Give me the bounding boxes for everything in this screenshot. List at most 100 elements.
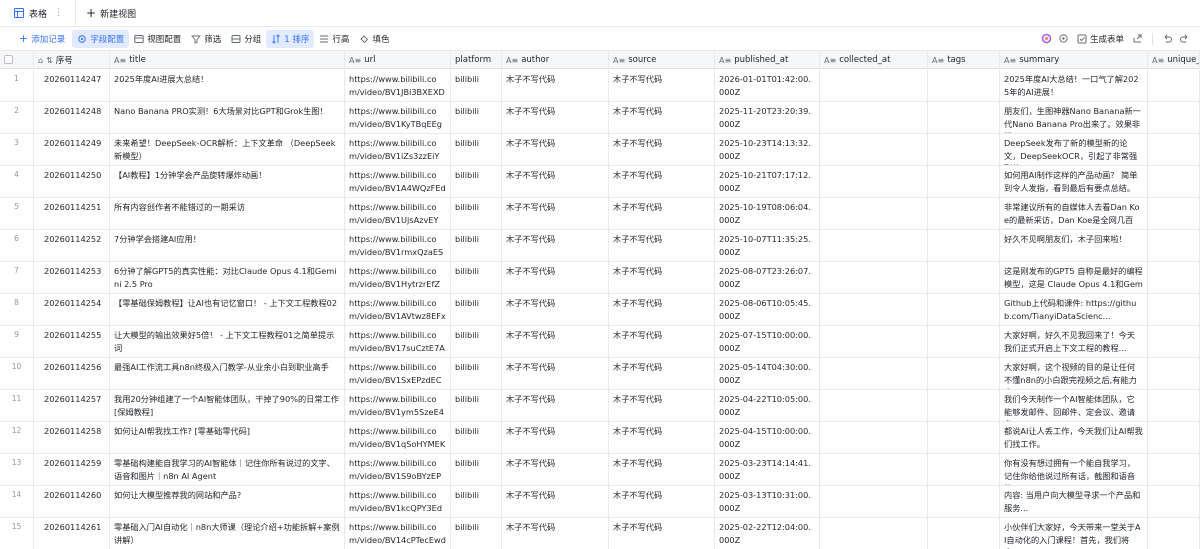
table-row[interactable]: 6 20260114252 7分钟学会搭建AI应用！ https://www.bili… <box>0 230 1200 262</box>
cell-collected-at[interactable] <box>820 454 928 485</box>
cell-row-number[interactable]: 8 <box>0 294 34 325</box>
table-row[interactable]: 7 20260114253 6分钟了解GPT5的真实性能：对比Claude Opus… <box>0 262 1200 294</box>
select-all-checkbox[interactable] <box>4 55 13 64</box>
cell-summary[interactable]: 大家好啊，好久不见我回来了！今天我们正式开启上下文工程的教程... <box>1000 326 1148 357</box>
ai-assistant-icon[interactable] <box>1041 33 1052 44</box>
cell-author[interactable]: 木子不写代码 <box>502 390 609 421</box>
new-view-button[interactable]: + 新建视图 <box>76 0 146 27</box>
cell-url[interactable]: https://www.bilibili.com/video/BV14cPTec… <box>345 518 451 549</box>
cell-row-number[interactable]: 3 <box>0 134 34 165</box>
cell-url[interactable]: https://www.bilibili.com/video/BV1ym5Sze… <box>345 390 451 421</box>
cell-platform[interactable]: bilibili <box>451 166 502 197</box>
cell-platform[interactable]: bilibili <box>451 262 502 293</box>
cell-summary[interactable]: 2025年度AI大总结！一口气了解2025年的AI进展！ <box>1000 70 1148 101</box>
cell-tags[interactable] <box>928 262 1000 293</box>
cell-seq[interactable]: 20260114252 <box>34 230 110 261</box>
cell-row-number[interactable]: 11 <box>0 390 34 421</box>
cell-platform[interactable]: bilibili <box>451 326 502 357</box>
cell-unique-key[interactable] <box>1148 358 1200 389</box>
cell-tags[interactable] <box>928 198 1000 229</box>
cell-platform[interactable]: bilibili <box>451 358 502 389</box>
cell-collected-at[interactable] <box>820 422 928 453</box>
cell-url[interactable]: https://www.bilibili.com/video/BV1A4WQzF… <box>345 166 451 197</box>
table-row[interactable]: 8 20260114254 【零基础保姆教程】让AI也有记忆窗口！ - 上下文工程教… <box>0 294 1200 326</box>
cell-title[interactable]: 零基础入门AI自动化｜n8n大师课（理论介绍+功能拆解+案例讲解） <box>110 518 345 549</box>
cell-published-at[interactable]: 2025-10-07T11:35:25.000Z <box>715 230 820 261</box>
table-row[interactable]: 14 20260114260 如何让大模型推荐我的网站和产品? https://www… <box>0 486 1200 518</box>
cell-published-at[interactable]: 2025-08-07T23:26:07.000Z <box>715 262 820 293</box>
filter-button[interactable]: 筛选 <box>186 30 226 48</box>
cell-seq[interactable]: 20260114258 <box>34 422 110 453</box>
cell-author[interactable]: 木子不写代码 <box>502 518 609 549</box>
fill-color-button[interactable]: 填色 <box>354 30 394 48</box>
cell-row-number[interactable]: 7 <box>0 262 34 293</box>
cell-url[interactable]: https://www.bilibili.com/video/BV17suCzt… <box>345 326 451 357</box>
cell-platform[interactable]: bilibili <box>451 486 502 517</box>
column-header-seq[interactable]: ⌂ ⇅ 序号 <box>34 51 110 69</box>
cell-summary[interactable]: Github上代码和课件: https://github.com/TianyiD… <box>1000 294 1148 325</box>
column-header-published-at[interactable]: A≡ published_at <box>715 51 820 69</box>
cell-row-number[interactable]: 13 <box>0 454 34 485</box>
cell-seq[interactable]: 20260114251 <box>34 198 110 229</box>
cell-collected-at[interactable] <box>820 294 928 325</box>
cell-author[interactable]: 木子不写代码 <box>502 326 609 357</box>
add-record-button[interactable]: + 添加记录 <box>14 30 70 48</box>
cell-source[interactable]: 木子不写代码 <box>609 358 715 389</box>
cell-unique-key[interactable] <box>1148 262 1200 293</box>
cell-platform[interactable]: bilibili <box>451 454 502 485</box>
cell-author[interactable]: 木子不写代码 <box>502 262 609 293</box>
cell-summary[interactable]: 你有没有想过拥有一个能自我学习，记住你给他说过所有话，截图和语音的... <box>1000 454 1148 485</box>
cell-tags[interactable] <box>928 166 1000 197</box>
cell-source[interactable]: 木子不写代码 <box>609 70 715 101</box>
table-row[interactable]: 12 20260114258 如何让AI帮我找工作? [零基础零代码] https:/… <box>0 422 1200 454</box>
cell-collected-at[interactable] <box>820 70 928 101</box>
cell-platform[interactable]: bilibili <box>451 422 502 453</box>
cell-tags[interactable] <box>928 134 1000 165</box>
cell-unique-key[interactable] <box>1148 454 1200 485</box>
column-header-unique-key[interactable]: A≡unique_k <box>1148 51 1200 69</box>
cell-author[interactable]: 木子不写代码 <box>502 134 609 165</box>
cell-author[interactable]: 木子不写代码 <box>502 70 609 101</box>
cell-tags[interactable] <box>928 102 1000 133</box>
cell-seq[interactable]: 20260114254 <box>34 294 110 325</box>
header-select-all[interactable] <box>0 51 34 69</box>
cell-seq[interactable]: 20260114261 <box>34 518 110 549</box>
cell-published-at[interactable]: 2025-04-22T10:05:00.000Z <box>715 390 820 421</box>
cell-title[interactable]: 所有内容创作者不能错过的一期采访 <box>110 198 345 229</box>
cell-tags[interactable] <box>928 294 1000 325</box>
cell-url[interactable]: https://www.bilibili.com/video/BV1iZs3zz… <box>345 134 451 165</box>
cell-unique-key[interactable] <box>1148 422 1200 453</box>
cell-collected-at[interactable] <box>820 230 928 261</box>
cell-platform[interactable]: bilibili <box>451 518 502 549</box>
cell-seq[interactable]: 20260114259 <box>34 454 110 485</box>
row-height-button[interactable]: 行高 <box>314 30 354 48</box>
cell-unique-key[interactable] <box>1148 198 1200 229</box>
cell-url[interactable]: https://www.bilibili.com/video/BV1UjsAzv… <box>345 198 451 229</box>
cell-title[interactable]: 如何让AI帮我找工作? [零基础零代码] <box>110 422 345 453</box>
cell-platform[interactable]: bilibili <box>451 390 502 421</box>
cell-source[interactable]: 木子不写代码 <box>609 230 715 261</box>
cell-unique-key[interactable] <box>1148 230 1200 261</box>
table-row[interactable]: 10 20260114256 最强AI工作流工具n8n终极入门教学-从业余小白到职业… <box>0 358 1200 390</box>
cell-collected-at[interactable] <box>820 134 928 165</box>
cell-row-number[interactable]: 15 <box>0 518 34 549</box>
column-header-url[interactable]: A≡ url <box>345 51 451 69</box>
cell-author[interactable]: 木子不写代码 <box>502 294 609 325</box>
cell-source[interactable]: 木子不写代码 <box>609 294 715 325</box>
cell-summary[interactable]: 我们今天制作一个AI智能体团队，它能够发邮件、回邮件、定会议、邀请参... <box>1000 390 1148 421</box>
cell-author[interactable]: 木子不写代码 <box>502 422 609 453</box>
cell-url[interactable]: https://www.bilibili.com/video/BV1kcQPY3… <box>345 486 451 517</box>
cell-source[interactable]: 木子不写代码 <box>609 326 715 357</box>
cell-row-number[interactable]: 4 <box>0 166 34 197</box>
table-row[interactable]: 3 20260114249 未来希望！DeepSeek-OCR解析：上下文革命 （D… <box>0 134 1200 166</box>
cell-published-at[interactable]: 2025-03-13T10:31:00.000Z <box>715 486 820 517</box>
cell-seq[interactable]: 20260114256 <box>34 358 110 389</box>
cell-seq[interactable]: 20260114257 <box>34 390 110 421</box>
cell-seq[interactable]: 20260114250 <box>34 166 110 197</box>
cell-author[interactable]: 木子不写代码 <box>502 166 609 197</box>
share-icon[interactable] <box>1132 33 1143 44</box>
cell-url[interactable]: https://www.bilibili.com/video/BV1SxEPzd… <box>345 358 451 389</box>
column-header-collected-at[interactable]: A≡ collected_at <box>820 51 928 69</box>
cell-title[interactable]: 7分钟学会搭建AI应用！ <box>110 230 345 261</box>
cell-url[interactable]: https://www.bilibili.com/video/BV1qSoHYM… <box>345 422 451 453</box>
